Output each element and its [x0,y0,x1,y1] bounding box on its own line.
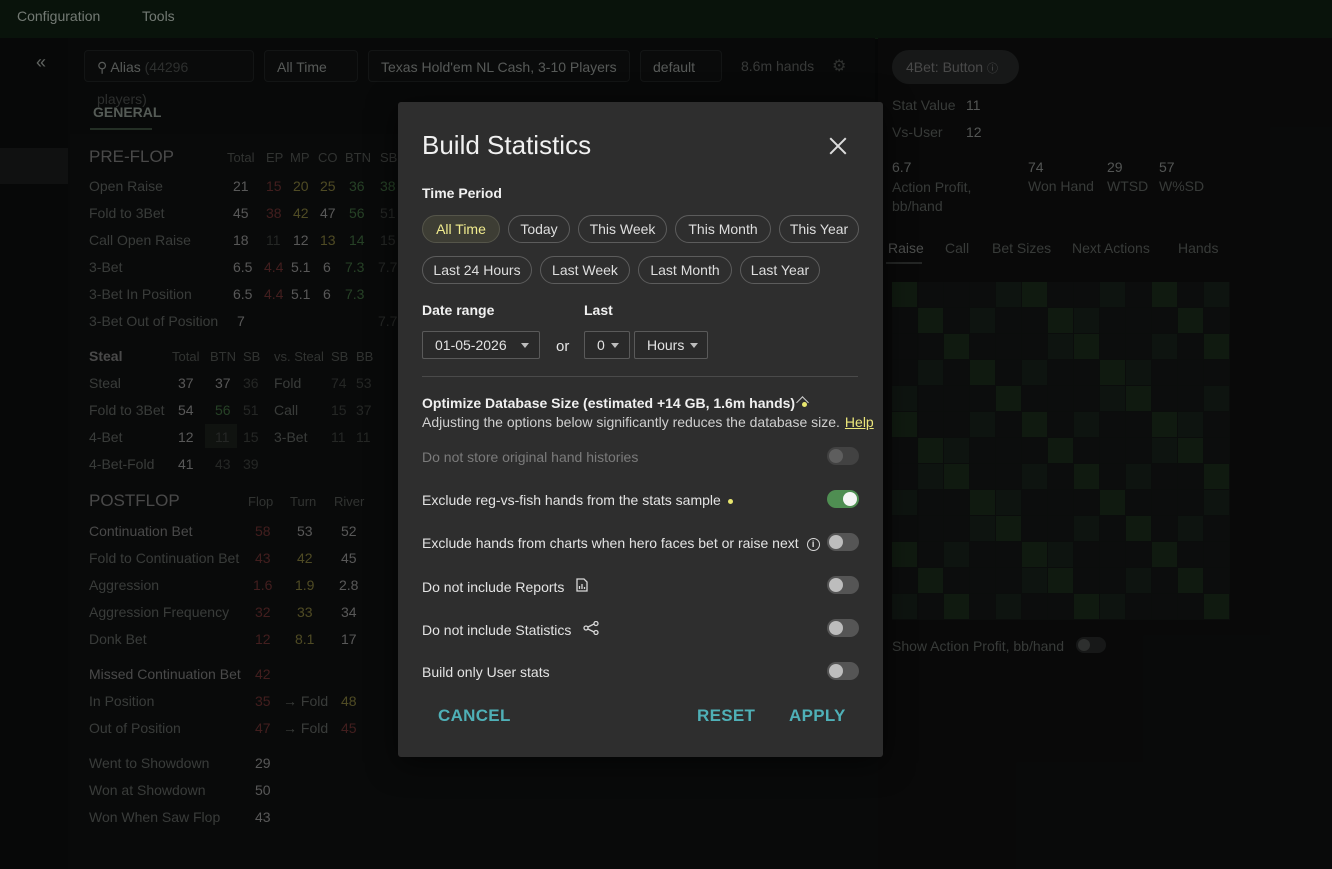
divider [422,376,858,377]
period-today[interactable]: Today [508,215,570,243]
or-label: or [556,338,570,355]
optimize-title-text: Optimize Database Size (estimated +14 GB… [422,395,796,411]
date-input-value: 01-05-2026 [435,337,507,353]
unit-value: Hours [647,337,685,353]
last-value-select[interactable]: 0 [584,331,630,359]
time-period-label: Time Period [422,185,502,201]
option-label-text: Exclude reg-vs-fish hands from the stats… [422,492,721,508]
optimize-description-text: Adjusting the options below significantl… [422,414,840,430]
chevron-down-icon [611,343,619,348]
date-range-label: Date range [422,302,495,318]
option-label-text: Do not include Reports [422,579,565,595]
date-input[interactable]: 01-05-2026 [422,331,540,359]
report-icon [576,578,588,592]
period-this-month[interactable]: This Month [675,215,771,243]
period-last-24-hours[interactable]: Last 24 Hours [422,256,532,284]
toggle-exclude-hero-faces[interactable] [827,533,859,551]
option-label: Do not include Reports [422,578,588,595]
toggle-no-reports[interactable] [827,576,859,594]
share-nodes-icon [583,621,599,635]
period-this-week[interactable]: This Week [578,215,667,243]
toggle-no-statistics[interactable] [827,619,859,637]
chevron-down-icon [690,343,698,348]
last-value: 0 [597,337,605,353]
option-label: Do not store original hand histories [422,449,639,465]
unit-select[interactable]: Hours [634,331,708,359]
dialog-title: Build Statistics [422,130,592,160]
build-statistics-dialog: Build Statistics Time Period All Time To… [398,102,883,757]
reset-button[interactable]: RESET [697,706,755,726]
optimize-title[interactable]: Optimize Database Size (estimated +14 GB… [422,395,808,411]
toggle-exclude-reg-vs-fish[interactable] [827,490,859,508]
close-icon[interactable] [826,134,850,158]
apply-button[interactable]: APPLY [789,706,846,726]
option-label: Build only User stats [422,664,550,680]
toggle-store-histories[interactable] [827,447,859,465]
chevron-down-icon [521,343,529,348]
help-link[interactable]: Help [845,414,874,430]
option-label-text: Do not include Statistics [422,622,572,638]
period-last-week[interactable]: Last Week [540,256,630,284]
indicator-dot [727,498,733,504]
option-label-text: Exclude hands from charts when hero face… [422,535,799,551]
period-last-month[interactable]: Last Month [638,256,732,284]
period-all-time[interactable]: All Time [422,215,500,243]
optimize-description: Adjusting the options below significantl… [422,414,874,430]
toggle-user-stats-only[interactable] [827,662,859,680]
cancel-button[interactable]: CANCEL [438,706,511,726]
option-label: Exclude reg-vs-fish hands from the stats… [422,492,733,508]
option-label: Do not include Statistics [422,621,599,638]
period-last-year[interactable]: Last Year [740,256,820,284]
info-icon[interactable]: i [806,538,820,551]
last-label: Last [584,302,613,318]
period-this-year[interactable]: This Year [779,215,859,243]
option-label: Exclude hands from charts when hero face… [422,535,820,551]
